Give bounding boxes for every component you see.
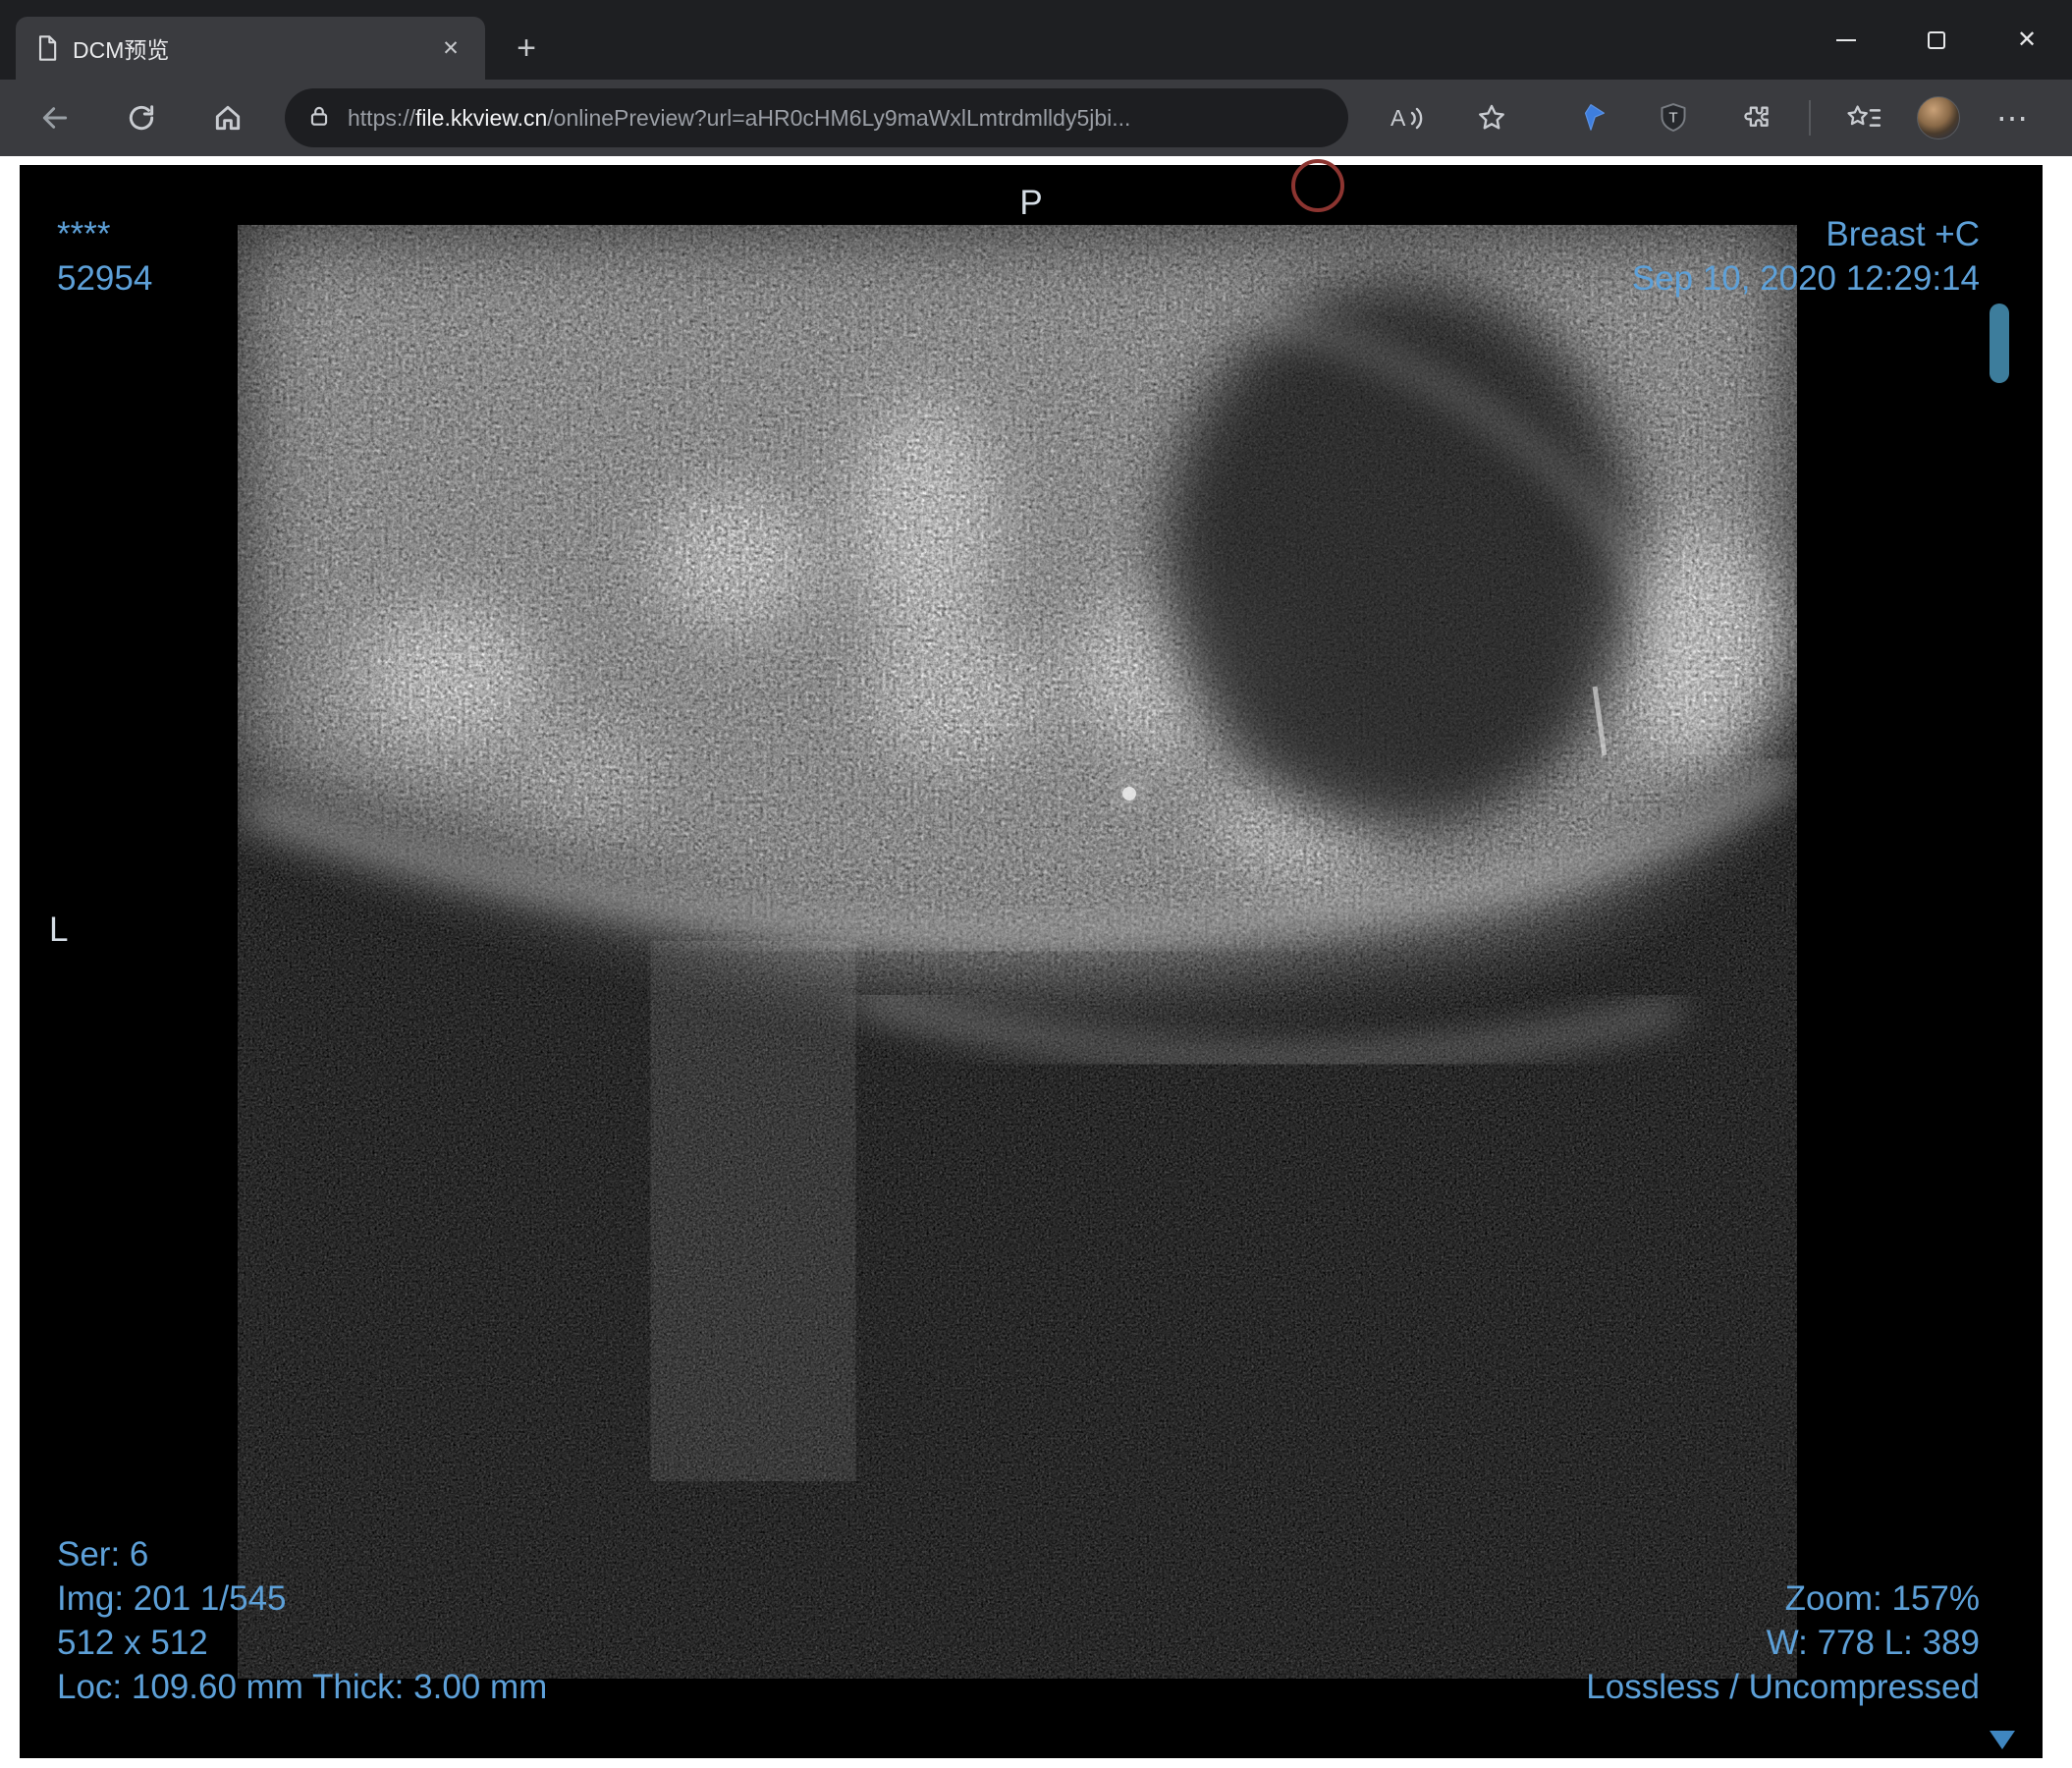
overlay-study-info: Breast +C Sep 10, 2020 12:29:14 [1632, 212, 1980, 301]
image-matrix: 512 x 512 [57, 1624, 208, 1662]
toolbar-divider [1809, 100, 1811, 136]
lock-icon [306, 103, 332, 134]
url-path: /onlinePreview?url=aHR0cHM6Ly9maWxlLmtrd… [547, 104, 1131, 131]
new-tab-button[interactable]: + [505, 27, 548, 70]
plus-icon: + [517, 28, 536, 67]
patient-id: 52954 [57, 259, 153, 298]
star-icon [1479, 104, 1504, 130]
annotation-circle [1291, 159, 1344, 212]
series-number: Ser: 6 [57, 1535, 149, 1574]
document-icon [35, 34, 59, 62]
browser-window: DCM预览 ✕ + ✕ https://file.kkview.cn/onlin… [0, 0, 2072, 1768]
dicom-viewer[interactable]: **** 52954 Breast +C Sep 10, 2020 12:29:… [20, 159, 2043, 1758]
navigation-toolbar: https://file.kkview.cn/onlinePreview?url… [0, 80, 2072, 156]
home-button[interactable] [198, 90, 257, 145]
home-icon [215, 105, 241, 131]
overlay-series-info: Ser: 6 Img: 201 1/545 512 x 512 Loc: 109… [57, 1532, 547, 1709]
extensions-puzzle-icon[interactable] [1726, 90, 1785, 145]
viewer-scroll-down-arrow[interactable] [1990, 1731, 2015, 1749]
svg-text:A: A [1390, 105, 1406, 131]
patient-name-masked: **** [57, 215, 111, 253]
tab-strip: DCM预览 ✕ + ✕ [0, 0, 2072, 80]
more-menu-button[interactable]: ⋯ [1984, 90, 2043, 145]
read-aloud-icon: A [1390, 105, 1423, 131]
orientation-marker-posterior: P [1019, 184, 1043, 222]
refresh-icon [129, 105, 154, 131]
window-level: W: 778 L: 389 [1766, 1624, 1980, 1662]
window-minimize-button[interactable] [1801, 0, 1891, 80]
close-icon: ✕ [442, 36, 460, 60]
back-button[interactable] [26, 90, 84, 145]
url-scheme: https:// [348, 104, 416, 131]
blue-extension-icon[interactable] [1561, 90, 1620, 145]
favorites-hub-icon [1847, 105, 1881, 127]
overlay-display-info: Zoom: 157% W: 778 L: 389 Lossless / Unco… [1586, 1576, 1980, 1709]
refresh-button[interactable] [112, 90, 171, 145]
zoom-level: Zoom: 157% [1784, 1579, 1980, 1618]
read-aloud-button[interactable]: A [1376, 90, 1435, 145]
minimize-icon [1836, 38, 1856, 41]
extensions-area: T ⋯ [1561, 90, 2046, 145]
page-content: **** 52954 Breast +C Sep 10, 2020 12:29:… [0, 156, 2072, 1768]
maximize-icon [1928, 30, 1945, 49]
window-close-button[interactable]: ✕ [1982, 0, 2072, 80]
orientation-marker-left: L [49, 911, 69, 949]
mri-image[interactable] [238, 225, 1797, 1679]
image-number: Img: 201 1/545 [57, 1579, 287, 1618]
tab-title: DCM预览 [73, 37, 170, 63]
overlay-patient-info: **** 52954 [57, 212, 152, 301]
svg-text:T: T [1668, 109, 1677, 126]
viewer-scrollbar-thumb[interactable] [1990, 304, 2009, 383]
url-host: file.kkview.cn [415, 104, 548, 131]
window-controls: ✕ [1801, 0, 2072, 80]
close-icon: ✕ [2016, 26, 2038, 53]
address-bar[interactable]: https://file.kkview.cn/onlinePreview?url… [285, 88, 1348, 147]
favorite-star-button[interactable] [1462, 90, 1521, 145]
url-text: https://file.kkview.cn/onlinePreview?url… [348, 105, 1130, 132]
slice-location: Loc: 109.60 mm Thick: 3.00 mm [57, 1668, 548, 1706]
study-description: Breast +C [1826, 215, 1980, 253]
tab-close-button[interactable]: ✕ [432, 29, 469, 67]
shield-extension-icon[interactable]: T [1644, 90, 1703, 145]
favorites-hub-button[interactable] [1834, 90, 1893, 145]
study-datetime: Sep 10, 2020 12:29:14 [1631, 259, 1980, 298]
window-maximize-button[interactable] [1891, 0, 1982, 80]
back-arrow-icon [42, 107, 68, 129]
ellipsis-icon: ⋯ [1996, 100, 2030, 136]
profile-avatar[interactable] [1917, 96, 1960, 139]
tab-dcm-preview[interactable]: DCM预览 ✕ [16, 17, 485, 80]
compression-info: Lossless / Uncompressed [1586, 1668, 1980, 1706]
